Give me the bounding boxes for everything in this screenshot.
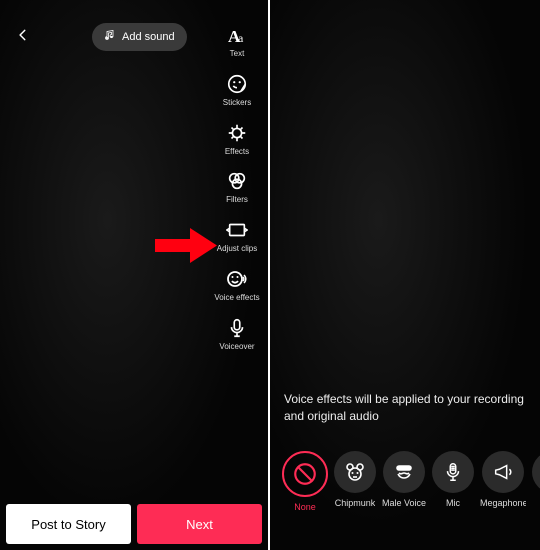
adjust-clips-icon [224,217,250,243]
voice-effect-male-voice-label: Male Voice [382,498,426,508]
tool-adjust-clips[interactable]: Adjust clips [217,217,257,254]
voice-effect-megaphone[interactable]: Megaphone [480,451,526,512]
voice-effect-none[interactable]: None [282,451,328,512]
tool-effects[interactable]: Effects [224,120,250,157]
tool-voiceover-label: Voiceover [219,343,254,352]
robot-icon [532,451,540,493]
tool-voiceover[interactable]: Voiceover [219,315,254,352]
effects-icon [224,120,250,146]
microphone-icon [224,315,250,341]
voice-effect-mic-label: Mic [446,498,460,508]
text-icon: Aa [224,22,250,48]
tool-text-label: Text [230,50,245,59]
none-icon [282,451,328,497]
mic-icon [432,451,474,493]
instruction-arrow [155,228,217,268]
voice-effect-mic[interactable]: Mic [432,451,474,512]
tool-adjust-clips-label: Adjust clips [217,245,257,254]
voice-effect-chipmunk[interactable]: Chipmunk [334,451,376,512]
tool-effects-label: Effects [225,148,249,157]
editor-panel: Add sound Aa Text Stickers Effects [0,0,270,550]
voice-effects-icon [224,266,250,292]
voice-effect-none-label: None [294,502,316,512]
tool-filters-label: Filters [226,196,248,205]
add-sound-button[interactable]: Add sound [92,23,187,51]
male-voice-icon [383,451,425,493]
next-button[interactable]: Next [137,504,262,544]
bottom-bar: Post to Story Next [6,504,262,544]
back-button[interactable] [16,28,30,47]
chipmunk-icon [334,451,376,493]
voice-effects-list: None Chipmunk Male Voice Mic [282,451,540,512]
tool-voice-effects-label: Voice effects [214,294,259,303]
voice-effect-chipmunk-label: Chipmunk [335,498,376,508]
sticker-icon [224,71,250,97]
megaphone-icon [482,451,524,493]
tool-filters[interactable]: Filters [224,168,250,205]
voice-effect-robot[interactable]: Robot [532,451,540,512]
tool-voice-effects[interactable]: Voice effects [214,266,259,303]
side-toolbar: Aa Text Stickers Effects Fi [212,22,262,364]
tool-stickers[interactable]: Stickers [223,71,251,108]
svg-text:a: a [238,31,244,45]
voice-effects-description: Voice effects will be applied to your re… [284,391,526,425]
tool-text[interactable]: Aa Text [224,22,250,59]
voice-effect-male-voice[interactable]: Male Voice [382,451,426,512]
post-to-story-button[interactable]: Post to Story [6,504,131,544]
add-sound-label: Add sound [122,31,175,43]
voice-effects-panel: Voice effects will be applied to your re… [270,0,540,550]
voice-effect-megaphone-label: Megaphone [480,498,526,508]
filters-icon [224,168,250,194]
music-note-icon [104,28,116,46]
tool-stickers-label: Stickers [223,99,251,108]
